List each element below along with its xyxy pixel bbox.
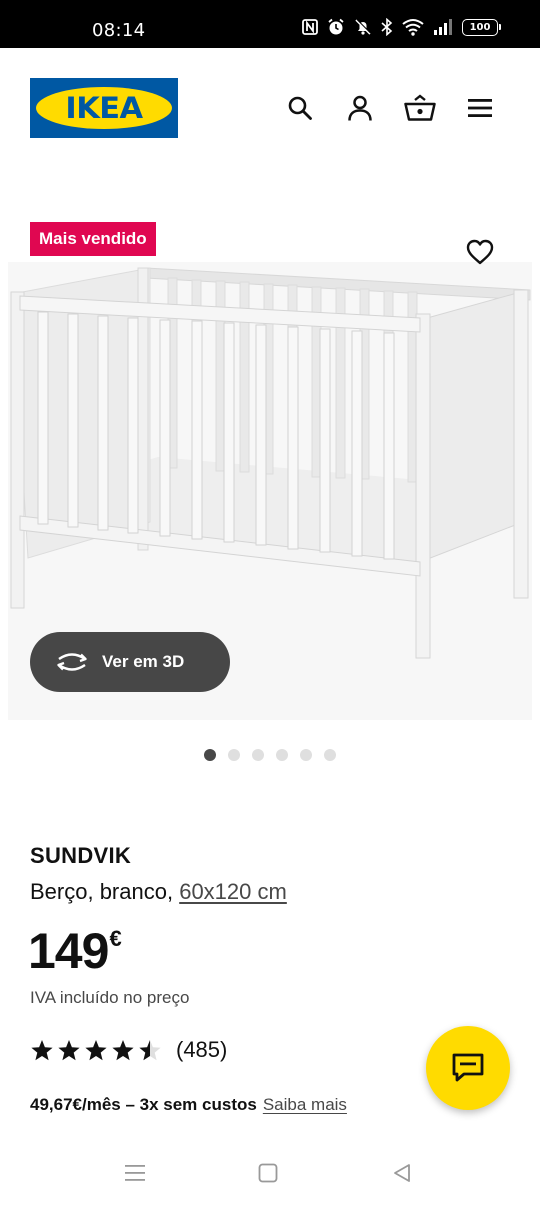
recent-apps-button[interactable] — [120, 1158, 150, 1188]
price-integer: 149 — [28, 923, 109, 979]
half-star-icon — [139, 1039, 161, 1060]
product-type: Berço, branco, — [30, 879, 174, 904]
view-3d-label: Ver em 3D — [102, 652, 185, 671]
carousel-dot[interactable] — [324, 749, 336, 761]
view-3d-button[interactable]: Ver em 3D — [30, 632, 230, 692]
signal-icon — [434, 19, 452, 35]
carousel-dot[interactable] — [252, 749, 264, 761]
favourite-button[interactable] — [462, 234, 498, 270]
chat-icon — [452, 1053, 484, 1082]
status-icons: 100 — [302, 16, 501, 38]
back-button[interactable] — [387, 1158, 417, 1188]
search-icon — [288, 96, 312, 120]
star-icon — [85, 1039, 107, 1060]
basket-icon — [404, 94, 436, 121]
ikea-logo[interactable]: IKEA — [30, 78, 178, 138]
mute-icon — [355, 19, 371, 35]
carousel-dot[interactable] — [300, 749, 312, 761]
vat-note: IVA incluído no preço — [30, 988, 190, 1007]
price-currency: € — [109, 926, 122, 951]
home-icon — [258, 1163, 278, 1183]
installment-text: 49,67€/mês – 3x sem custos — [30, 1095, 257, 1114]
review-count: (485) — [176, 1037, 228, 1062]
installment-info: 49,67€/mês – 3x sem custos Saiba mais — [30, 1095, 347, 1115]
basket-button[interactable] — [402, 90, 438, 126]
profile-button[interactable] — [342, 90, 378, 126]
battery-indicator: 100 — [462, 18, 501, 36]
status-bar: 08:14 100 — [0, 0, 540, 48]
menu-button[interactable] — [462, 90, 498, 126]
recent-apps-icon — [125, 1165, 145, 1181]
star-icon — [31, 1039, 53, 1060]
carousel-dot[interactable] — [228, 749, 240, 761]
product-rating[interactable]: (485) — [30, 1037, 227, 1063]
alarm-icon — [328, 18, 344, 35]
product-name: SUNDVIK — [30, 843, 132, 868]
wifi-icon — [402, 19, 424, 36]
carousel-dots — [204, 749, 336, 761]
bluetooth-icon — [381, 18, 393, 36]
bestseller-badge: Mais vendido — [30, 222, 156, 256]
profile-icon — [348, 95, 372, 121]
product-description: Berço, branco, 60x120 cm — [30, 879, 287, 905]
star-icon — [112, 1039, 134, 1060]
chat-button[interactable] — [426, 1026, 510, 1110]
carousel-dot[interactable] — [276, 749, 288, 761]
rotate-3d-icon — [57, 653, 87, 671]
heart-icon — [466, 239, 494, 265]
star-icon — [58, 1039, 80, 1060]
product-dimensions-link[interactable]: 60x120 cm — [179, 879, 287, 904]
rating-stars — [30, 1039, 162, 1062]
search-button[interactable] — [282, 90, 318, 126]
carousel-dot[interactable] — [204, 749, 216, 761]
status-time: 08:14 — [92, 20, 146, 41]
menu-icon — [468, 99, 492, 117]
product-price: 149€ — [28, 922, 122, 980]
back-icon — [394, 1164, 410, 1182]
home-button[interactable] — [253, 1158, 283, 1188]
learn-more-link[interactable]: Saiba mais — [263, 1095, 347, 1114]
nfc-icon — [302, 19, 318, 35]
logo-text: IKEA — [65, 91, 143, 125]
